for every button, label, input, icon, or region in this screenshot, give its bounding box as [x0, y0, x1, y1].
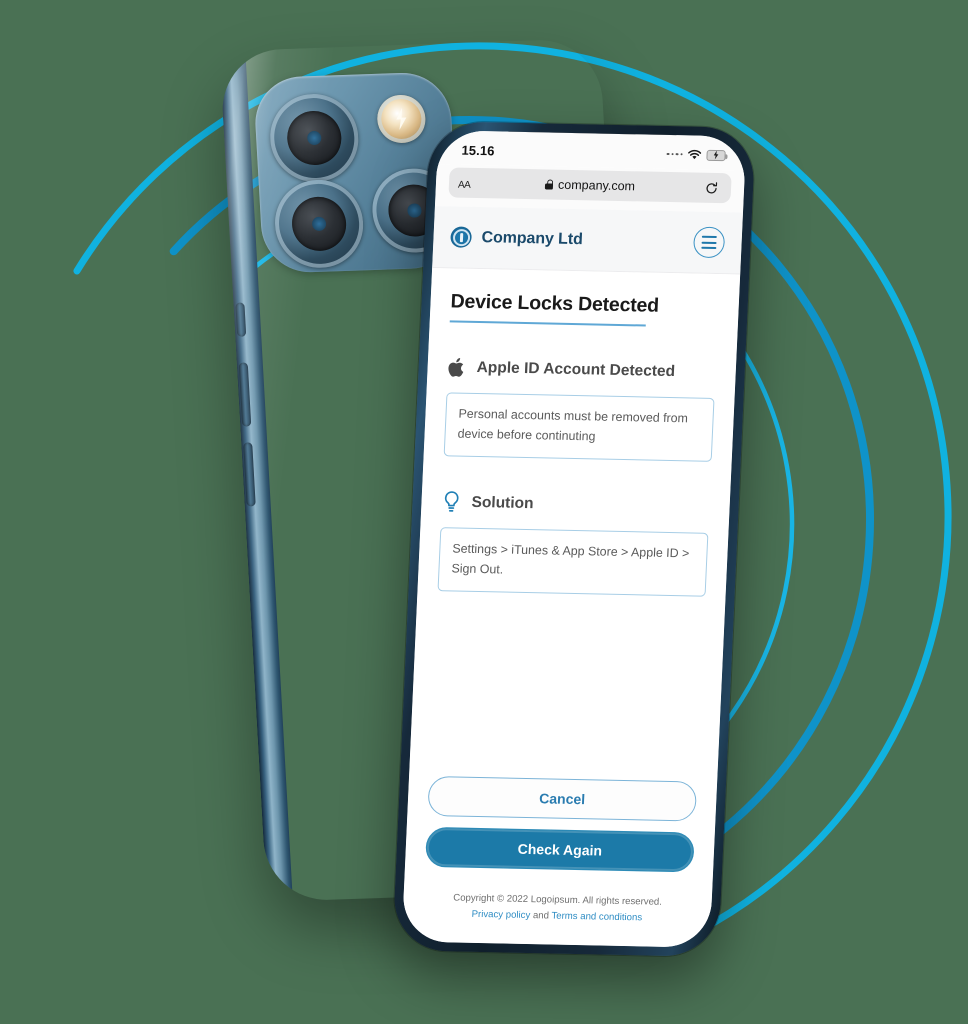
battery-charging-icon	[706, 149, 726, 161]
lock-icon	[545, 179, 553, 189]
text-size-label-small: AA	[457, 179, 471, 191]
volume-down-button[interactable]	[243, 442, 256, 507]
apple-id-message: Personal accounts must be removed from d…	[457, 406, 689, 444]
led-flash-icon	[376, 94, 427, 144]
address-bar[interactable]: AA company.com	[448, 167, 732, 204]
camera-lens-ultrawide	[272, 178, 366, 270]
terms-and-conditions-link[interactable]: Terms and conditions	[551, 911, 642, 924]
status-bar: 15.16	[436, 130, 747, 171]
apple-logo-icon	[448, 358, 464, 377]
solution-section-header: Solution	[441, 490, 710, 519]
solution-message-box: Settings > iTunes & App Store > Apple ID…	[437, 527, 709, 598]
apple-id-section-header: Apple ID Account Detected	[447, 356, 716, 384]
layout-spacer	[429, 592, 705, 782]
title-underline	[449, 320, 646, 327]
check-again-button[interactable]: Check Again	[424, 827, 695, 873]
solution-message: Settings > iTunes & App Store > Apple ID…	[451, 541, 690, 577]
company-logo-icon	[450, 226, 473, 248]
brand-name: Company Ltd	[481, 228, 584, 248]
status-indicators	[666, 148, 726, 161]
status-time: 15.16	[461, 142, 495, 158]
page-body: Device Locks Detected Apple ID Account D…	[404, 268, 741, 885]
url-text: company.com	[557, 177, 636, 194]
site-footer: Copyright © 2022 Logoipsum. All rights r…	[401, 877, 713, 948]
reload-icon[interactable]	[700, 177, 723, 199]
cancel-button[interactable]: Cancel	[427, 776, 698, 822]
phone-screen: 15.16 AA company.com Company Ltd Device …	[401, 130, 747, 948]
text-size-button[interactable]: AA	[458, 175, 471, 190]
volume-up-button[interactable]	[238, 362, 252, 427]
solution-section-title: Solution	[471, 493, 534, 512]
privacy-policy-link[interactable]: Privacy policy	[471, 909, 530, 921]
camera-lens-wide	[267, 92, 361, 184]
site-header: Company Ltd	[432, 206, 743, 275]
hamburger-menu-icon[interactable]	[692, 226, 726, 259]
page-title: Device Locks Detected	[450, 290, 660, 317]
apple-id-message-box: Personal accounts must be removed from d…	[443, 392, 715, 463]
browser-toolbar: AA company.com	[434, 164, 745, 213]
front-phone: 15.16 AA company.com Company Ltd Device …	[392, 121, 756, 957]
wifi-icon	[688, 149, 702, 159]
screenshot-stage: 15.16 AA company.com Company Ltd Device …	[0, 0, 968, 1024]
url-display: company.com	[449, 175, 732, 195]
apple-id-section-title: Apple ID Account Detected	[476, 358, 676, 381]
signal-dots-icon	[666, 152, 683, 156]
silent-switch[interactable]	[235, 302, 247, 337]
lightbulb-icon	[444, 491, 459, 512]
footer-conjunction: and	[530, 910, 552, 922]
